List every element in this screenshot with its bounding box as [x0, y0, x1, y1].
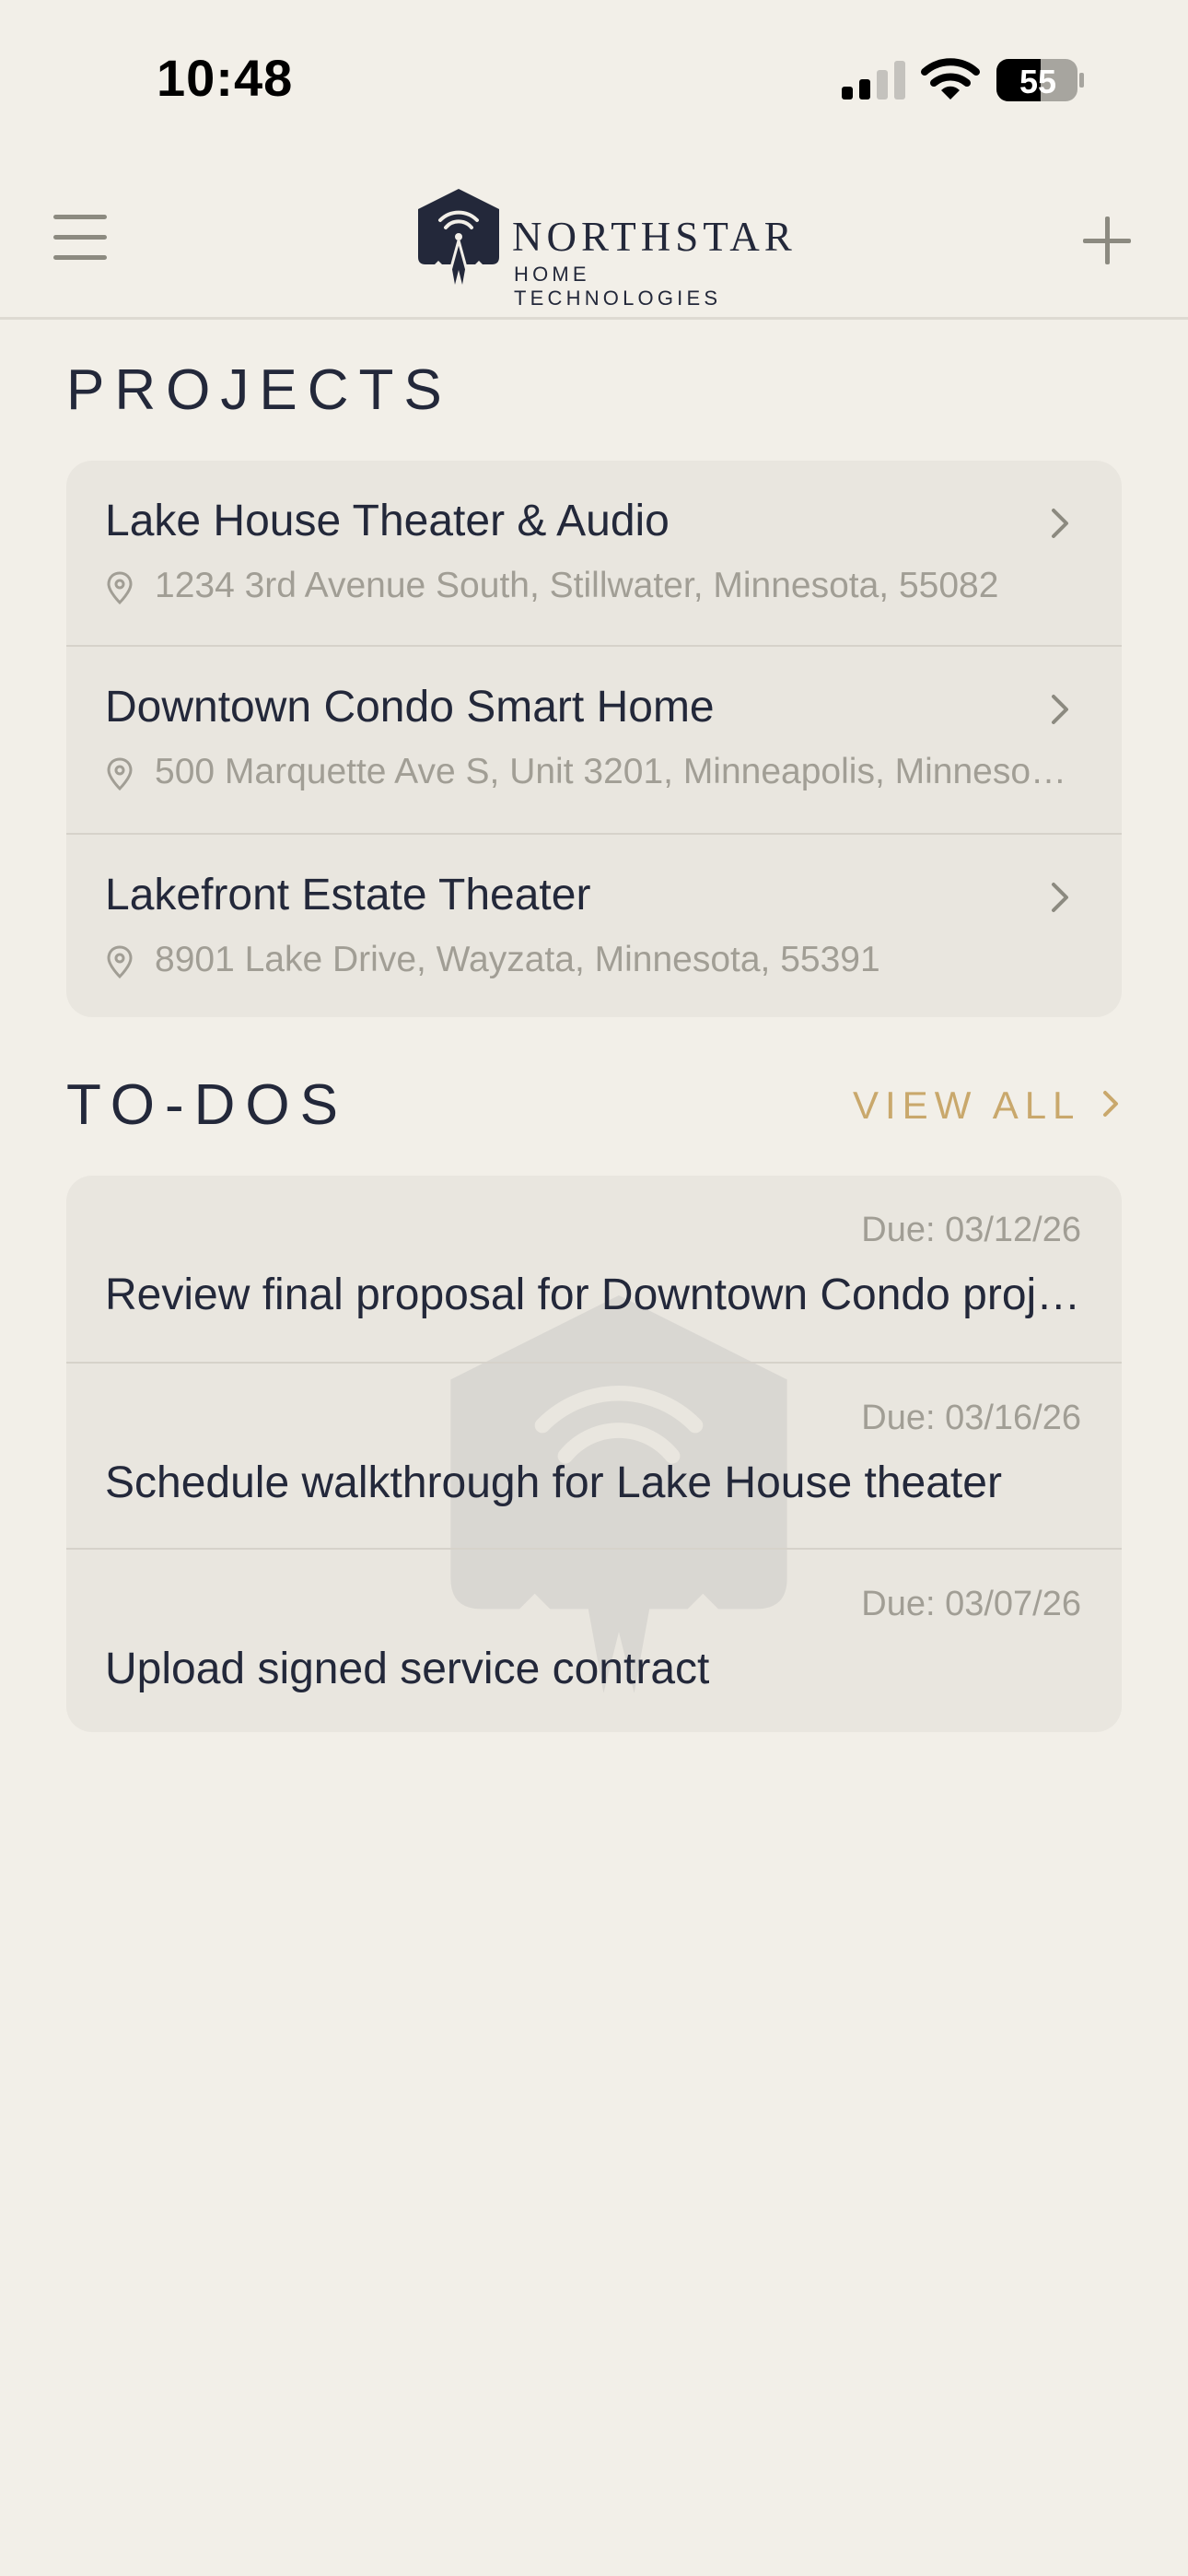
status-bar: 10:48 55 — [0, 0, 1188, 161]
project-address: 8901 Lake Drive, Wayzata, Minnesota, 553… — [105, 936, 1081, 988]
project-address-text: 500 Marquette Ave S, Unit 3201, Minneapo… — [155, 752, 1076, 791]
todo-due-date: Due: 03/12/26 — [861, 1211, 1081, 1249]
project-row[interactable]: Lakefront Estate Theater 8901 Lake Drive… — [66, 833, 1122, 1017]
battery-level: 55 — [1019, 63, 1057, 100]
todo-row[interactable]: Due: 03/16/26 Schedule walkthrough for L… — [66, 1362, 1122, 1548]
project-address: 1234 3rd Avenue South, Stillwater, Minne… — [105, 562, 1081, 614]
project-name: Lake House Theater & Audio — [105, 497, 670, 545]
location-pin-icon — [107, 757, 133, 790]
view-all-link[interactable]: VIEW ALL — [853, 1083, 1121, 1128]
hamburger-menu-icon[interactable] — [53, 215, 107, 264]
todo-title: Review final proposal for Downtown Condo… — [105, 1270, 1083, 1319]
project-name: Downtown Condo Smart Home — [105, 683, 715, 732]
todo-row[interactable]: Due: 03/07/26 Upload signed service cont… — [66, 1548, 1122, 1732]
todo-title: Schedule walkthrough for Lake House thea… — [105, 1458, 1002, 1507]
wifi-icon — [921, 58, 980, 100]
todos-section-title: TO-DOS — [66, 1073, 348, 1137]
project-address: 500 Marquette Ave S, Unit 3201, Minneapo… — [105, 748, 1081, 800]
chevron-right-icon — [1052, 695, 1068, 724]
logo-subtitle: HOME TECHNOLOGIES — [514, 263, 722, 310]
projects-section-title: PROJECTS — [66, 358, 452, 422]
status-time: 10:48 — [157, 49, 294, 107]
cellular-signal-icon — [842, 61, 905, 100]
projects-card: Lake House Theater & Audio 1234 3rd Aven… — [66, 461, 1122, 1017]
view-all-label: VIEW ALL — [853, 1083, 1079, 1127]
project-address-text: 1234 3rd Avenue South, Stillwater, Minne… — [155, 566, 999, 605]
project-row[interactable]: Lake House Theater & Audio 1234 3rd Aven… — [66, 461, 1122, 645]
chevron-right-icon — [1052, 509, 1068, 538]
battery-icon: 55 — [996, 59, 1085, 101]
todo-due-date: Due: 03/07/26 — [861, 1585, 1081, 1623]
todo-row[interactable]: Due: 03/12/26 Review final proposal for … — [66, 1176, 1122, 1362]
todos-card: Due: 03/12/26 Review final proposal for … — [66, 1176, 1122, 1732]
chevron-right-icon — [1102, 1091, 1118, 1117]
app-screen: 10:48 55 NORTHSTAR HOME TECHNOLOGIES PRO… — [0, 0, 1188, 2576]
chevron-right-icon — [1052, 883, 1068, 912]
logo-name: NORTHSTAR — [512, 214, 797, 260]
project-address-text: 8901 Lake Drive, Wayzata, Minnesota, 553… — [155, 940, 880, 979]
todo-title: Upload signed service contract — [105, 1645, 710, 1693]
app-header: NORTHSTAR HOME TECHNOLOGIES — [0, 161, 1188, 320]
location-pin-icon — [107, 571, 133, 604]
location-pin-icon — [107, 945, 133, 978]
northstar-logo-mark-icon — [418, 189, 499, 285]
northstar-logo: NORTHSTAR HOME TECHNOLOGIES — [414, 189, 792, 310]
project-name: Lakefront Estate Theater — [105, 871, 591, 919]
project-row[interactable]: Downtown Condo Smart Home 500 Marquette … — [66, 645, 1122, 833]
todo-due-date: Due: 03/16/26 — [861, 1399, 1081, 1437]
add-icon[interactable] — [1083, 217, 1131, 264]
